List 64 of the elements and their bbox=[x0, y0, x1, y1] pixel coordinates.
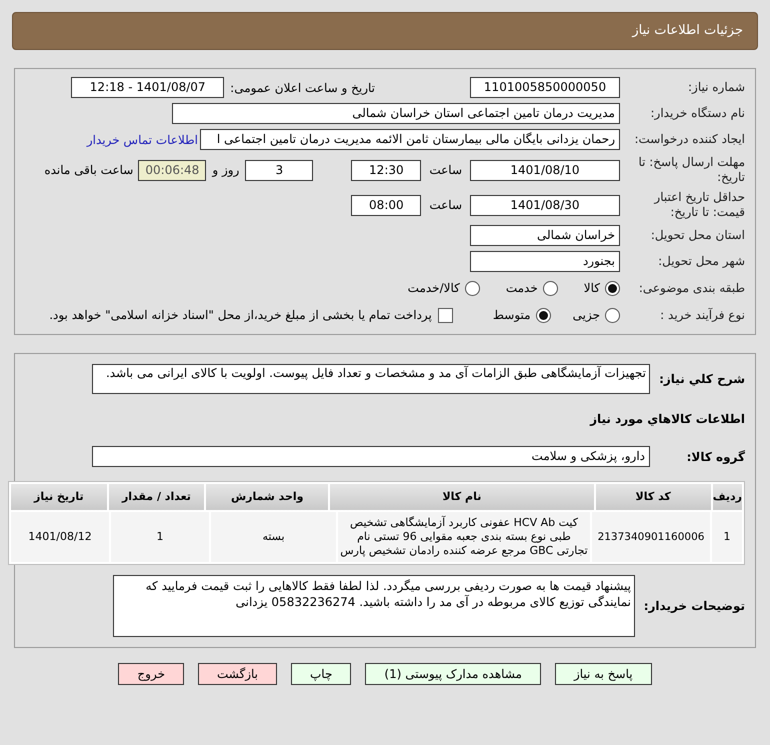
field-label: خدمت bbox=[506, 280, 538, 297]
input-field: 1401/08/30 bbox=[470, 194, 620, 216]
input-field: 08:00 bbox=[351, 194, 422, 216]
input-field: 1401/08/07 - 12:18 bbox=[71, 77, 224, 98]
field-label: پرداخت تمام یا بخشی از مبلغ خرید،از محل "اسناد خزانه اسلامی" خواهد بود. bbox=[49, 307, 432, 324]
radio-button[interactable] bbox=[464, 280, 480, 296]
field-label: شماره نیاز: bbox=[687, 80, 745, 95]
table-cell: بسته bbox=[211, 512, 336, 562]
column-header: نام کالا bbox=[330, 484, 594, 510]
input-field: رحمان یزدانی بایگان مالی بیمارستان ثامن الائمه مدیریت درمان تامین اجتماعی ا bbox=[200, 129, 620, 150]
column-header: تعداد / مقدار bbox=[108, 484, 204, 510]
field-label: ساعت باقی مانده bbox=[44, 162, 134, 179]
notes-box: پیشنهاد قیمت ها به صورت ردیفی بررسی میگردد. لذا لطفا فقط کالاهایی را ثبت قیمت فرمایید که نمایندگی توزیع کالای مربوطه در آی مد را داشته باشید. 05832236274 یزدانی bbox=[113, 575, 635, 637]
field-label: طبقه بندی موضوعی: bbox=[638, 280, 745, 296]
radio-button[interactable] bbox=[605, 308, 620, 322]
section-heading: اطلاعات کالاهاي مورد نياز bbox=[588, 411, 745, 428]
table-cell: 1 bbox=[712, 512, 742, 562]
input-field: مدیریت درمان تامین اجتماعی استان خراسان شمالی bbox=[172, 103, 620, 124]
action-button[interactable]: پاسخ به نیاز bbox=[554, 663, 652, 685]
radio-button[interactable] bbox=[605, 280, 620, 296]
field-label: کالا bbox=[584, 280, 600, 297]
field-label: ساعت bbox=[429, 162, 462, 179]
field-label: ایجاد کننده درخواست: bbox=[633, 132, 745, 147]
action-button[interactable]: بازگشت bbox=[198, 663, 277, 685]
action-button[interactable]: مشاهده مدارک پیوستی (1) bbox=[365, 663, 541, 685]
field-label: کالا/خدمت bbox=[408, 280, 460, 297]
countdown-field: 00:06:48 bbox=[138, 160, 206, 180]
field-label: نوع فرآیند خرید : bbox=[659, 308, 745, 322]
contact-link[interactable]: اطلاعات تماس خریدار bbox=[86, 130, 198, 148]
input-field: خراسان شمالی bbox=[470, 225, 620, 246]
table-cell: 2137340901160006 bbox=[592, 512, 710, 562]
field-label: مهلت ارسال پاسخ: تا تاریخ: bbox=[637, 155, 745, 185]
field-label: حداقل تاریخ اعتبار قیمت: تا تاریخ: bbox=[652, 190, 745, 220]
field-label: شرح کلي نياز: bbox=[658, 371, 745, 388]
action-button[interactable]: چاپ bbox=[291, 663, 352, 685]
field-label: ساعت bbox=[429, 197, 462, 214]
table-cell: 1401/08/12 bbox=[11, 512, 109, 562]
field-label: استان محل تحویل: bbox=[650, 228, 745, 243]
input-field: 12:30 bbox=[351, 160, 422, 180]
input-field: بجنورد bbox=[470, 251, 620, 272]
description-box: تجهیزات آزمایشگاهی طبق الزامات آی مد و مشخصات و تعداد فایل پیوست. اولویت با کالای ایرانی می باشد. bbox=[92, 364, 650, 394]
field-label: شهر محل تحویل: bbox=[657, 254, 745, 269]
checkbox[interactable] bbox=[438, 308, 453, 322]
action-button[interactable]: خروج bbox=[118, 663, 184, 685]
input-field: دارو، پزشکی و سلامت bbox=[92, 446, 650, 467]
table-cell: کیت HCV Ab عفونی کاربرد آزمایشگاهی تشخیص طبی نوع بسته بندی جعبه مقوایی 96 تستی نام تجارتی GBC مرجع عرضه کننده رادمان تشخیص پارس bbox=[338, 512, 590, 562]
input-field: 1401/08/10 bbox=[470, 160, 620, 180]
field-label: توضیحات خریدار: bbox=[642, 598, 745, 615]
page-title: جزئیات اطلاعات نیاز bbox=[632, 22, 743, 40]
column-header: واحد شمارش bbox=[206, 484, 328, 510]
field-label: نام دستگاه خریدار: bbox=[650, 106, 745, 121]
field-label: روز و bbox=[212, 162, 240, 179]
table-cell: 1 bbox=[111, 512, 209, 562]
input-field: 3 bbox=[245, 160, 314, 180]
column-header: تاریخ نیاز bbox=[11, 484, 107, 510]
column-header: ردیف bbox=[712, 484, 742, 510]
radio-button[interactable] bbox=[536, 308, 551, 322]
input-field: 1101005850000050 bbox=[470, 77, 620, 98]
field-label: گروه کالا: bbox=[686, 448, 745, 466]
field-label: متوسط bbox=[492, 307, 531, 324]
field-label: جزیی bbox=[572, 307, 600, 324]
field-label: تاریخ و ساعت اعلان عمومی: bbox=[230, 80, 375, 96]
radio-button[interactable] bbox=[542, 280, 558, 296]
column-header: کد کالا bbox=[596, 484, 711, 510]
